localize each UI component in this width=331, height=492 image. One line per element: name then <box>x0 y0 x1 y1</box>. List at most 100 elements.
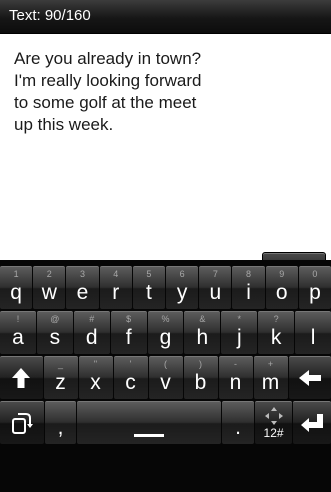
key-period[interactable]: . <box>222 401 254 444</box>
key-h[interactable]: & h <box>184 311 221 354</box>
key-secondary-char: # <box>89 314 95 324</box>
key-primary-char: h <box>196 326 209 349</box>
keyboard-row-2: ! a @ s # d $ f % g & h * j ? k l <box>0 311 331 354</box>
rotate-screen-key[interactable] <box>0 401 44 444</box>
key-primary-char: p <box>309 281 321 304</box>
key-j[interactable]: * j <box>221 311 258 354</box>
key-secondary-char: 1 <box>13 269 19 279</box>
keyboard-row-3: _ z " x ' c (v ) b -n + m <box>0 356 331 399</box>
key-comma[interactable]: , <box>44 401 77 444</box>
key-secondary-char: 2 <box>46 269 52 279</box>
space-key[interactable] <box>77 401 222 444</box>
key-primary-char: s <box>49 326 61 349</box>
key-primary-char: t <box>145 281 152 304</box>
key-secondary-char: ! <box>16 314 20 324</box>
key-primary-char: q <box>10 281 22 304</box>
key-primary-char: k <box>270 326 282 349</box>
rotate-screen-icon <box>11 413 33 434</box>
keyboard-row-4: , . 12# <box>0 401 331 444</box>
key-g[interactable]: % g <box>147 311 184 354</box>
key-z[interactable]: _ z <box>43 356 78 399</box>
key-secondary-char: $ <box>126 314 132 324</box>
key-secondary-char: 6 <box>179 269 185 279</box>
key-primary-char: c <box>125 371 136 394</box>
key-secondary-char: _ <box>57 359 63 369</box>
message-text[interactable]: Are you already in town? I'm really look… <box>14 48 314 136</box>
key-a[interactable]: ! a <box>0 311 36 354</box>
key-primary-char: . <box>235 416 242 439</box>
key-r[interactable]: 4r <box>99 266 132 309</box>
key-secondary-char: @ <box>50 314 60 324</box>
key-primary-char: f <box>125 326 132 349</box>
key-v[interactable]: (v <box>148 356 183 399</box>
symbols-mode-key[interactable]: 12# <box>254 401 293 444</box>
key-secondary-char: 4 <box>113 269 119 279</box>
key-o[interactable]: 9o <box>265 266 298 309</box>
key-i[interactable]: 8i <box>232 266 265 309</box>
key-secondary-char: ( <box>164 359 167 369</box>
character-counter: Text: 90/160 <box>9 7 91 24</box>
key-primary-char: j <box>236 326 242 349</box>
key-secondary-char: ? <box>273 314 279 324</box>
key-c[interactable]: ' c <box>113 356 148 399</box>
key-u[interactable]: 7u <box>199 266 232 309</box>
key-secondary-char: 8 <box>246 269 252 279</box>
key-primary-char: z <box>55 371 66 394</box>
key-k[interactable]: ? k <box>258 311 295 354</box>
key-b[interactable]: ) b <box>183 356 218 399</box>
key-primary-char: w <box>41 281 57 304</box>
key-secondary-char: 9 <box>279 269 285 279</box>
key-secondary-char: - <box>234 359 237 369</box>
key-primary-char: b <box>194 371 207 394</box>
key-y[interactable]: 6y <box>166 266 199 309</box>
key-n[interactable]: -n <box>218 356 253 399</box>
key-secondary-char: & <box>199 314 206 324</box>
key-t[interactable]: 5t <box>132 266 166 309</box>
key-primary-char: l <box>310 326 316 349</box>
key-primary-char: y <box>176 281 188 304</box>
key-primary-char: d <box>85 326 98 349</box>
key-secondary-char: + <box>267 359 274 369</box>
key-x[interactable]: " x <box>78 356 113 399</box>
key-s[interactable]: @ s <box>36 311 73 354</box>
message-compose-area[interactable]: Are you already in town? I'm really look… <box>0 34 331 282</box>
backspace-left-arrow-icon <box>298 370 321 386</box>
key-p[interactable]: 0p <box>298 266 331 309</box>
key-primary-char: o <box>275 281 288 304</box>
key-l[interactable]: l <box>295 311 331 354</box>
enter-return-icon <box>301 414 324 432</box>
backspace-key[interactable] <box>288 356 331 399</box>
keyboard-row-1: 1q 2w 3e 4r 5t 6y 7u 8i 9o 0p <box>0 266 331 309</box>
key-secondary-char: % <box>161 314 170 324</box>
key-primary-char: n <box>229 371 242 394</box>
key-secondary-char: 7 <box>212 269 218 279</box>
key-secondary-char: ' <box>129 359 132 369</box>
key-w[interactable]: 2w <box>33 266 66 309</box>
key-primary-char: r <box>112 281 120 304</box>
directional-arrows-icon <box>264 407 283 425</box>
key-secondary-char: 5 <box>146 269 152 279</box>
key-secondary-char: ) <box>199 359 202 369</box>
key-primary-char: g <box>159 326 172 349</box>
key-f[interactable]: $ f <box>110 311 147 354</box>
key-primary-char: i <box>246 281 251 304</box>
key-primary-char: u <box>209 281 222 304</box>
key-primary-char: x <box>90 371 101 394</box>
key-q[interactable]: 1q <box>0 266 33 309</box>
status-header: Text: 90/160 <box>0 0 331 34</box>
key-d[interactable]: # d <box>73 311 110 354</box>
key-primary-char: a <box>12 326 24 349</box>
key-secondary-char: * <box>237 314 242 324</box>
symbols-mode-label: 12# <box>263 426 284 440</box>
enter-key[interactable] <box>293 401 331 444</box>
space-bar-icon <box>134 434 165 437</box>
key-secondary-char: 0 <box>312 269 318 279</box>
key-m[interactable]: + m <box>253 356 288 399</box>
key-primary-char: e <box>76 281 89 304</box>
shift-up-arrow-icon <box>12 368 31 388</box>
virtual-keyboard: 1q 2w 3e 4r 5t 6y 7u 8i 9o 0p ! a @ s # d $… <box>0 260 331 492</box>
key-primary-char: m <box>261 371 280 394</box>
shift-key[interactable] <box>0 356 43 399</box>
key-e[interactable]: 3e <box>66 266 99 309</box>
key-secondary-char: " <box>93 359 98 369</box>
